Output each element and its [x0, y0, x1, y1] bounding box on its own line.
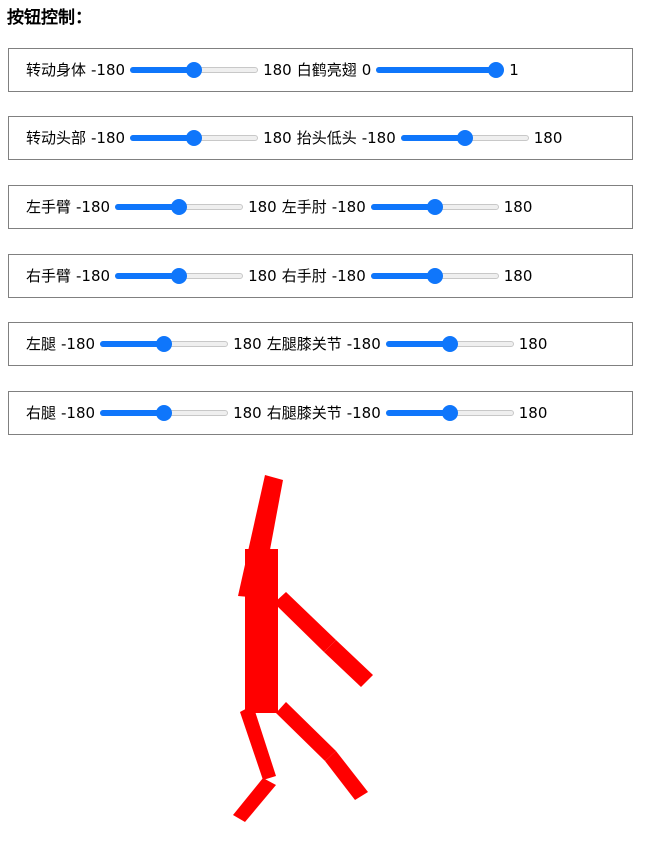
figure-torso [245, 549, 278, 713]
figure-left-shin [233, 778, 276, 822]
stick-figure [233, 475, 373, 822]
figure-right-shin [325, 751, 368, 800]
figure-left-thigh [240, 705, 276, 780]
stick-figure-canvas [233, 475, 373, 822]
figure-right-thigh [276, 702, 336, 761]
figure-forearm [324, 640, 373, 687]
figure-upper-arm [274, 592, 336, 652]
